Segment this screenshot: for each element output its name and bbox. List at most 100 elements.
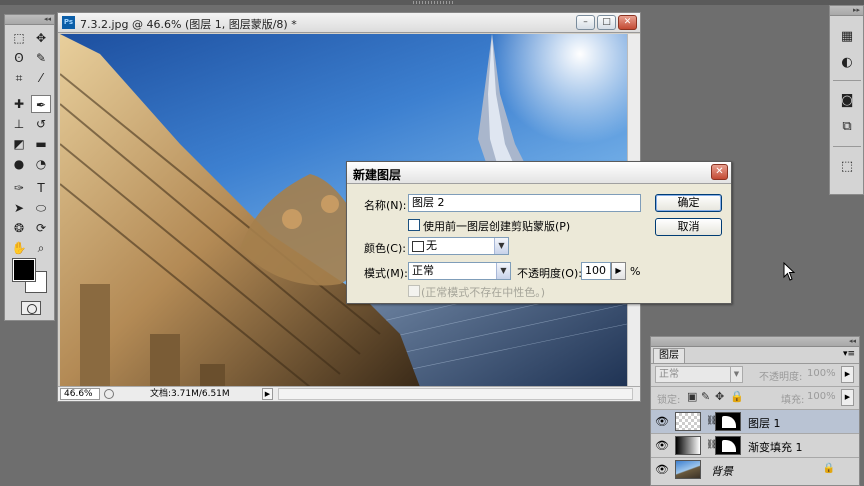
mode-select[interactable]: 正常 ▼ xyxy=(408,262,511,280)
clone-stamp-tool-icon[interactable]: ⊥ xyxy=(9,115,29,133)
status-info-icon[interactable] xyxy=(104,389,114,399)
layer-thumbnail[interactable] xyxy=(675,412,701,431)
navigator-icon[interactable]: ▦ xyxy=(837,28,857,46)
status-menu-arrow-icon[interactable]: ▶ xyxy=(262,388,273,400)
dodge-tool-icon[interactable]: ◔ xyxy=(31,155,51,173)
layer-row[interactable]: 👁 ⛓ 图层 1 xyxy=(651,409,859,433)
lock-pixels-icon[interactable]: ✎ xyxy=(701,390,710,403)
panel-dock: ▸▸ ▦ ◐ ◙ ⧉ ⬚ xyxy=(829,5,864,195)
use-previous-layer-label: 使用前一图层创建剪贴蒙版(P) xyxy=(423,220,571,233)
new-layer-dialog: 新建图层 ✕ 名称(N): 图层 2 使用前一图层创建剪贴蒙版(P) 颜色(C)… xyxy=(346,161,732,304)
layer-name: 渐变填充 1 xyxy=(748,441,803,454)
visibility-eye-icon[interactable]: 👁 xyxy=(655,415,669,429)
layer-row[interactable]: 👁 背景 🔒 xyxy=(651,457,859,481)
layer-name-input[interactable]: 图层 2 xyxy=(408,194,641,212)
layer-thumbnail[interactable] xyxy=(675,436,701,455)
layer-mask-thumbnail[interactable] xyxy=(715,412,741,431)
color-select-value: 无 xyxy=(426,239,437,252)
visibility-eye-icon[interactable]: 👁 xyxy=(655,439,669,453)
layers-panel-header[interactable]: ◂◂ xyxy=(651,337,859,347)
fill-label: 填充: xyxy=(781,395,805,406)
fill-value[interactable]: 100% xyxy=(807,391,836,402)
blend-mode-value: 正常 xyxy=(659,369,679,380)
panel-dock-header[interactable]: ▸▸ xyxy=(830,6,863,16)
color-select[interactable]: 无 ▼ xyxy=(408,237,509,255)
shape-tool-icon[interactable]: ⬭ xyxy=(31,199,51,217)
healing-brush-tool-icon[interactable]: ✚ xyxy=(9,95,29,113)
zoom-level-field[interactable]: 46.6% xyxy=(60,388,100,400)
ok-button[interactable]: 确定 xyxy=(655,194,722,212)
type-tool-icon[interactable]: T xyxy=(31,179,51,197)
tab-layers[interactable]: 图层 xyxy=(653,348,685,363)
eyedropper-tool-icon[interactable]: ⁄ xyxy=(31,69,51,87)
layers-panel: ◂◂ 图层 ▾≡ 正常 ▼ 不透明度: 100% ▶ 锁定: ▣ ✎ ✥ 🔒 填… xyxy=(650,336,860,486)
cancel-button[interactable]: 取消 xyxy=(655,218,722,236)
3d-orbit-tool-icon[interactable]: ⟳ xyxy=(31,219,51,237)
hand-tool-icon[interactable]: ✋ xyxy=(9,239,29,257)
fill-stepper[interactable]: ▶ xyxy=(841,389,854,406)
foreground-color-swatch[interactable] xyxy=(12,258,36,282)
dialog-title-bar[interactable]: 新建图层 ✕ xyxy=(347,162,731,184)
crop-tool-icon[interactable]: ⌗ xyxy=(9,69,29,87)
document-title: 7.3.2.jpg @ 46.6% (图层 1, 图层蒙版/8) * xyxy=(80,18,297,31)
color-icon[interactable]: ◐ xyxy=(837,54,857,72)
chevron-down-icon: ▼ xyxy=(494,238,508,254)
layer-thumbnail[interactable] xyxy=(675,460,701,479)
quick-select-tool-icon[interactable]: ✎ xyxy=(31,49,51,67)
history-brush-tool-icon[interactable]: ↺ xyxy=(31,115,51,133)
path-select-tool-icon[interactable]: ➤ xyxy=(9,199,29,217)
gradient-tool-icon[interactable]: ▬ xyxy=(31,135,51,153)
lock-transparency-icon[interactable]: ▣ xyxy=(687,390,697,403)
drag-grip[interactable] xyxy=(413,1,453,4)
separator xyxy=(833,80,861,81)
panel-menu-icon[interactable]: ▾≡ xyxy=(843,349,855,359)
move-tool-icon[interactable]: ✥ xyxy=(31,29,51,47)
background-lock-icon: 🔒 xyxy=(822,463,835,474)
lasso-tool-icon[interactable]: ʘ xyxy=(9,49,29,67)
layer-row[interactable]: 👁 ⛓ 渐变填充 1 xyxy=(651,433,859,457)
name-label: 名称(N): xyxy=(364,199,407,212)
layer-mask-thumbnail[interactable] xyxy=(715,436,741,455)
restore-button[interactable]: □ xyxy=(597,15,616,30)
tools-panel-header[interactable]: ◂◂ xyxy=(5,15,54,25)
blur-tool-icon[interactable]: ● xyxy=(9,155,29,173)
masks-icon[interactable]: ⧉ xyxy=(837,118,857,136)
pen-tool-icon[interactable]: ✑ xyxy=(9,179,29,197)
layer-opacity-label: 不透明度: xyxy=(759,372,803,383)
adjustments-icon[interactable]: ◙ xyxy=(837,92,857,110)
top-strip xyxy=(0,0,864,5)
quick-mask-button[interactable] xyxy=(21,301,41,315)
minimize-button[interactable]: – xyxy=(576,15,595,30)
transform-icon[interactable]: ⬚ xyxy=(837,158,857,176)
horizontal-scrollbar[interactable] xyxy=(278,388,633,400)
layer-name: 背景 xyxy=(711,465,733,478)
opacity-label: 不透明度(O): xyxy=(517,267,582,280)
blend-mode-select[interactable]: 正常 ▼ xyxy=(655,366,743,383)
zoom-tool-icon[interactable]: ⌕ xyxy=(31,239,51,257)
document-title-bar[interactable]: Ps 7.3.2.jpg @ 46.6% (图层 1, 图层蒙版/8) * – … xyxy=(58,13,640,33)
3d-rotate-tool-icon[interactable]: ❂ xyxy=(9,219,29,237)
use-previous-layer-checkbox[interactable] xyxy=(408,219,420,231)
neutral-color-label: (正常模式不存在中性色。) xyxy=(421,286,546,299)
layer-opacity-stepper[interactable]: ▶ xyxy=(841,366,854,383)
layer-name: 图层 1 xyxy=(748,417,781,430)
opacity-input[interactable]: 100 xyxy=(581,262,611,280)
brush-tool-icon[interactable]: ✒ xyxy=(31,95,51,113)
photoshop-icon: Ps xyxy=(62,16,75,29)
chevron-down-icon: ▼ xyxy=(730,367,742,382)
neutral-color-checkbox[interactable] xyxy=(408,285,420,297)
lock-position-icon[interactable]: ✥ xyxy=(715,390,724,403)
visibility-eye-icon[interactable]: 👁 xyxy=(655,463,669,477)
layers-controls: 正常 ▼ 不透明度: 100% ▶ xyxy=(651,363,859,385)
close-button[interactable]: ✕ xyxy=(618,15,637,30)
separator xyxy=(833,146,861,147)
lock-all-icon[interactable]: 🔒 xyxy=(730,390,744,403)
eraser-tool-icon[interactable]: ◩ xyxy=(9,135,29,153)
mode-select-value: 正常 xyxy=(412,264,434,277)
dialog-close-icon[interactable]: ✕ xyxy=(711,164,728,180)
layer-opacity-value[interactable]: 100% xyxy=(807,368,836,379)
opacity-stepper[interactable]: ▶ xyxy=(611,262,626,280)
color-label: 颜色(C): xyxy=(364,242,406,255)
tools-panel: ◂◂ ⬚ ✥ ʘ ✎ ⌗ ⁄ ✚ ✒ ⊥ ↺ ◩ ▬ ● ◔ ✑ T ➤ ⬭ ❂ ⟳ ✋ ⌕ xyxy=(4,14,55,321)
marquee-tool-icon[interactable]: ⬚ xyxy=(9,29,29,47)
